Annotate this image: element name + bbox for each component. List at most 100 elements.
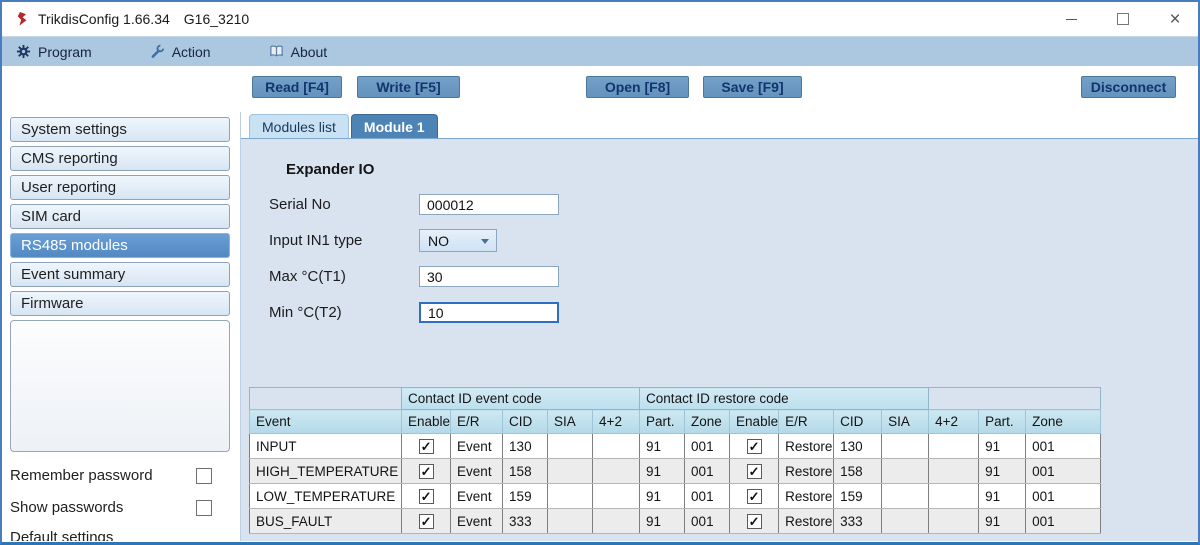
save-button[interactable]: Save [F9] — [703, 76, 802, 98]
sidebar-item-rs485-modules[interactable]: RS485 modules — [10, 233, 230, 258]
cell-e-r[interactable]: Restore — [779, 484, 834, 509]
sidebar-item-label: Event summary — [21, 266, 125, 283]
default-settings-label: Default settings — [10, 529, 230, 541]
show-passwords-checkbox[interactable] — [196, 500, 212, 516]
open-button[interactable]: Open [F8] — [586, 76, 689, 98]
serial-no-row: Serial No — [269, 194, 559, 215]
close-icon[interactable] — [1166, 10, 1184, 28]
tab-module-1[interactable]: Module 1 — [351, 114, 438, 138]
menu-item-action[interactable]: Action — [150, 44, 211, 60]
cell-4-2[interactable] — [929, 484, 979, 509]
disconnect-button[interactable]: Disconnect — [1081, 76, 1176, 98]
cell-zone[interactable]: 001 — [1026, 434, 1101, 459]
sidebar-item-sim-card[interactable]: SIM card — [10, 204, 230, 229]
cell-e-r[interactable]: Event — [451, 509, 503, 534]
max-temp-input[interactable] — [419, 266, 559, 287]
cell-part[interactable]: 91 — [979, 459, 1026, 484]
enable-checkbox[interactable] — [747, 439, 762, 454]
cell-cid[interactable]: 130 — [834, 434, 882, 459]
min-temp-input[interactable] — [419, 302, 559, 323]
cell-cid[interactable]: 159 — [503, 484, 548, 509]
cell-e-r[interactable]: Restore — [779, 459, 834, 484]
cell-enable — [730, 509, 779, 534]
input-in1-type-select[interactable]: NO — [419, 229, 497, 252]
input-in1-type-row: Input IN1 type NO — [269, 229, 497, 252]
table-row: HIGH_TEMPERATUREEvent15891001Restore1589… — [250, 459, 1101, 484]
cell-sia[interactable] — [548, 459, 593, 484]
cell-cid[interactable]: 158 — [834, 459, 882, 484]
enable-checkbox[interactable] — [419, 514, 434, 529]
cell-part[interactable]: 91 — [640, 509, 685, 534]
cell-e-r[interactable]: Event — [451, 484, 503, 509]
cell-sia[interactable] — [882, 509, 929, 534]
cell-enable — [730, 434, 779, 459]
sidebar-item-cms-reporting[interactable]: CMS reporting — [10, 146, 230, 171]
cell-zone[interactable]: 001 — [1026, 509, 1101, 534]
cell-4-2[interactable] — [593, 484, 640, 509]
menu-item-program[interactable]: Program — [16, 44, 92, 60]
enable-checkbox[interactable] — [419, 439, 434, 454]
cell-cid[interactable]: 158 — [503, 459, 548, 484]
column-header-4-2: 4+2 — [593, 410, 640, 434]
cell-zone[interactable]: 001 — [1026, 484, 1101, 509]
cell-zone[interactable]: 001 — [685, 459, 730, 484]
cell-enable — [402, 434, 451, 459]
cell-4-2[interactable] — [593, 434, 640, 459]
cell-zone[interactable]: 001 — [685, 434, 730, 459]
serial-no-input[interactable] — [419, 194, 559, 215]
enable-checkbox[interactable] — [747, 464, 762, 479]
sidebar-item-label: Firmware — [21, 295, 84, 312]
cell-part[interactable]: 91 — [979, 434, 1026, 459]
cell-sia[interactable] — [882, 434, 929, 459]
remember-password-checkbox[interactable] — [196, 468, 212, 484]
enable-checkbox[interactable] — [419, 464, 434, 479]
sidebar-item-event-summary[interactable]: Event summary — [10, 262, 230, 287]
cell-sia[interactable] — [548, 434, 593, 459]
maximize-icon[interactable] — [1114, 10, 1132, 28]
sidebar-item-firmware[interactable]: Firmware — [10, 291, 230, 316]
cell-part[interactable]: 91 — [979, 509, 1026, 534]
cell-sia[interactable] — [882, 484, 929, 509]
enable-checkbox[interactable] — [419, 489, 434, 504]
menu-item-about[interactable]: About — [269, 44, 328, 60]
section-heading: Expander IO — [286, 161, 374, 178]
cell-sia[interactable] — [548, 509, 593, 534]
write-button[interactable]: Write [F5] — [357, 76, 460, 98]
cell-4-2[interactable] — [593, 459, 640, 484]
cell-cid[interactable]: 333 — [503, 509, 548, 534]
minimize-icon[interactable] — [1062, 10, 1080, 28]
cell-e-r[interactable]: Event — [451, 459, 503, 484]
cell-part[interactable]: 91 — [640, 459, 685, 484]
enable-checkbox[interactable] — [747, 514, 762, 529]
column-header-cid: CID — [834, 410, 882, 434]
sidebar-item-system-settings[interactable]: System settings — [10, 117, 230, 142]
cell-4-2[interactable] — [929, 459, 979, 484]
cell-sia[interactable] — [882, 459, 929, 484]
cell-4-2[interactable] — [929, 509, 979, 534]
cell-part[interactable]: 91 — [640, 484, 685, 509]
read-button[interactable]: Read [F4] — [252, 76, 342, 98]
cell-part[interactable]: 91 — [979, 484, 1026, 509]
cell-cid[interactable]: 333 — [834, 509, 882, 534]
cell-part[interactable]: 91 — [640, 434, 685, 459]
sidebar-empty-panel — [10, 320, 230, 452]
tab-modules-list[interactable]: Modules list — [249, 114, 349, 138]
main-area: Modules listModule 1 Expander IO Serial … — [240, 112, 1198, 541]
cell-e-r[interactable]: Restore — [779, 434, 834, 459]
cell-4-2[interactable] — [929, 434, 979, 459]
cell-e-r[interactable]: Restore — [779, 509, 834, 534]
cell-cid[interactable]: 130 — [503, 434, 548, 459]
cell-sia[interactable] — [548, 484, 593, 509]
cell-cid[interactable]: 159 — [834, 484, 882, 509]
cell-zone[interactable]: 001 — [685, 509, 730, 534]
group-header-contact-id-event-code: Contact ID event code — [402, 388, 640, 410]
sidebar-item-user-reporting[interactable]: User reporting — [10, 175, 230, 200]
cell-zone[interactable]: 001 — [685, 484, 730, 509]
cell-zone[interactable]: 001 — [1026, 459, 1101, 484]
serial-no-label: Serial No — [269, 196, 419, 213]
cell-e-r[interactable]: Event — [451, 434, 503, 459]
cell-4-2[interactable] — [593, 509, 640, 534]
enable-checkbox[interactable] — [747, 489, 762, 504]
column-header-part: Part. — [979, 410, 1026, 434]
menu-item-label: About — [291, 44, 328, 60]
